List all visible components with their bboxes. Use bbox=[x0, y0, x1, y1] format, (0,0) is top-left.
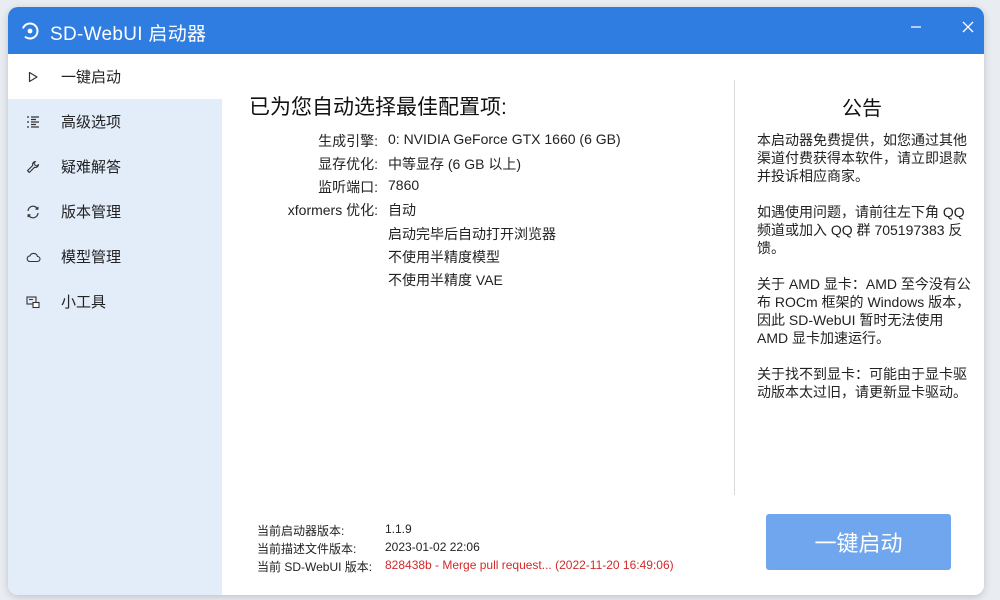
config-value-xformers: 自动 bbox=[388, 202, 416, 218]
config-heading: 已为您自动选择最佳配置项: bbox=[249, 96, 507, 119]
close-icon bbox=[962, 21, 974, 33]
sidebar-item-label: 模型管理 bbox=[61, 249, 122, 266]
notice-paragraph: 关于 AMD 显卡：AMD 至今没有公布 ROCm 框架的 Windows 版本… bbox=[757, 276, 971, 346]
sidebar-item-models[interactable]: 模型管理 bbox=[8, 234, 222, 279]
sidebar-item-label: 小工具 bbox=[61, 294, 107, 311]
main-panel: 已为您自动选择最佳配置项: 生成引擎: 0: NVIDIA GeForce GT… bbox=[222, 54, 984, 595]
config-key-xformers: xformers 优化: bbox=[287, 202, 378, 218]
launcher-version-value: 1.1.9 bbox=[385, 522, 412, 536]
minimize-button[interactable] bbox=[901, 15, 931, 39]
sidebar-item-label: 一键启动 bbox=[61, 69, 122, 86]
notice-paragraph: 如遇使用问题，请前往左下角 QQ 频道或加入 QQ 群 705197383 反馈… bbox=[757, 204, 965, 256]
sidebar: 一键启动 高级选项 疑难解答 版本管理 模型管理 小工具 bbox=[8, 54, 222, 595]
config-key-engine: 生成引擎: bbox=[318, 133, 378, 149]
config-value-no-half-model: 不使用半精度模型 bbox=[388, 249, 500, 265]
webui-version-value: 828438b - Merge pull request... (2022-11… bbox=[385, 558, 674, 572]
config-key-vram: 显存优化: bbox=[318, 156, 378, 172]
sidebar-item-label: 高级选项 bbox=[61, 114, 122, 131]
sidebar-item-tools[interactable]: 小工具 bbox=[8, 279, 222, 324]
cloud-icon bbox=[25, 249, 41, 265]
desc-version-label: 当前描述文件版本: bbox=[257, 542, 357, 556]
config-value-port: 7860 bbox=[388, 177, 420, 193]
sidebar-item-launch[interactable]: 一键启动 bbox=[8, 54, 222, 99]
config-value-auto-browser: 启动完毕后自动打开浏览器 bbox=[388, 226, 556, 242]
config-value-engine: 0: NVIDIA GeForce GTX 1660 (6 GB) bbox=[388, 131, 621, 147]
sidebar-item-troubleshoot[interactable]: 疑难解答 bbox=[8, 144, 222, 189]
desc-version-value: 2023-01-02 22:06 bbox=[385, 540, 480, 554]
tools-icon bbox=[25, 294, 41, 310]
notice-paragraph: 关于找不到显卡：可能由于显卡驱动版本太过旧，请更新显卡驱动。 bbox=[757, 366, 967, 400]
wrench-icon bbox=[25, 159, 41, 175]
notice-paragraph: 本启动器免费提供，如您通过其他渠道付费获得本软件，请立即退款并投诉相应商家。 bbox=[757, 132, 967, 184]
title-bar[interactable]: SD-WebUI 启动器 bbox=[8, 7, 984, 54]
launcher-version-label: 当前启动器版本: bbox=[257, 524, 345, 538]
sidebar-item-label: 疑难解答 bbox=[61, 159, 122, 176]
minimize-icon bbox=[911, 26, 921, 28]
list-icon bbox=[25, 114, 41, 130]
launch-button[interactable]: 一键启动 bbox=[766, 514, 951, 570]
close-button[interactable] bbox=[953, 15, 983, 39]
config-value-no-half-vae: 不使用半精度 VAE bbox=[388, 272, 503, 288]
play-icon bbox=[25, 69, 41, 85]
sidebar-item-versions[interactable]: 版本管理 bbox=[8, 189, 222, 234]
webui-version-label: 当前 SD-WebUI 版本: bbox=[257, 560, 373, 574]
sidebar-item-label: 版本管理 bbox=[61, 204, 122, 221]
app-logo-icon bbox=[20, 21, 40, 41]
notice-title: 公告 bbox=[842, 98, 882, 120]
launcher-window: SD-WebUI 启动器 一键启动 高级选项 疑难解答 版本管理 模型管理 小工… bbox=[8, 7, 984, 595]
refresh-icon bbox=[25, 204, 41, 220]
sidebar-item-advanced[interactable]: 高级选项 bbox=[8, 99, 222, 144]
config-value-vram: 中等显存 (6 GB 以上) bbox=[388, 156, 522, 172]
app-title: SD-WebUI 启动器 bbox=[50, 24, 207, 45]
config-key-port: 监听端口: bbox=[318, 179, 378, 195]
divider bbox=[734, 80, 735, 495]
